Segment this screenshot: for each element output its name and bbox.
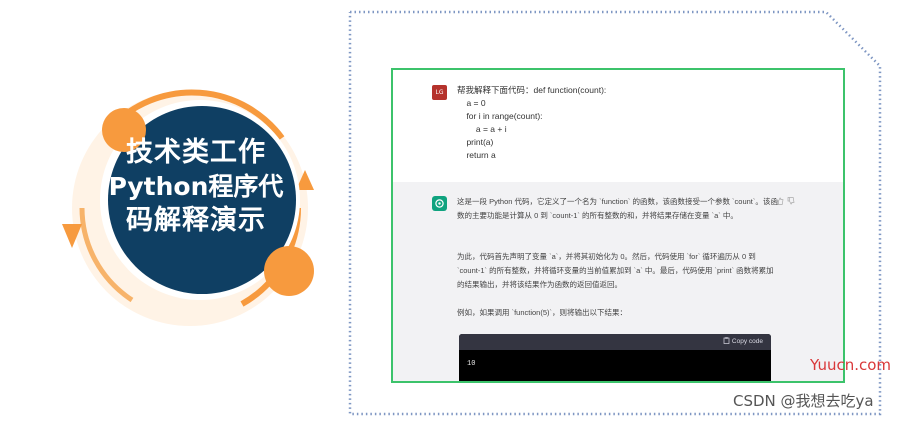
code-block-header: Copy code [459, 334, 771, 350]
badge-title: 技术类工作 Python程序代 码解释演示 [96, 136, 296, 238]
assistant-message-row: 这是一段 Python 代码，它定义了一个名为 `function` 的函数，该… [393, 182, 843, 381]
site-watermark: Yuucn.com [810, 356, 892, 374]
openai-logo-icon [432, 196, 447, 211]
assistant-paragraph-2: 为此，代码首先声明了变量 `a`，并将其初始化为 0。然后，代码使用 `for`… [457, 252, 774, 289]
badge-line-3: 码解释演示 [126, 205, 266, 236]
copy-code-label: Copy code [731, 338, 763, 345]
user-avatar: LG [432, 85, 447, 100]
chat-screenshot: LG 帮我解释下面代码：def function(count): a = 0 f… [391, 68, 845, 383]
user-message: 帮我解释下面代码：def function(count): a = 0 for … [457, 85, 607, 160]
thumbs-down-icon[interactable] [787, 197, 795, 207]
badge-line-2: Python程序代 [108, 172, 284, 201]
code-output: 10 [467, 360, 476, 368]
user-message-row: LG 帮我解释下面代码：def function(count): a = 0 f… [393, 70, 843, 182]
assistant-paragraph-3: 例如，如果调用 `function(5)`，则将输出以下结果： [457, 308, 628, 317]
badge-line-1: 技术类工作 [126, 137, 266, 168]
assistant-paragraph-1: 这是一段 Python 代码，它定义了一个名为 `function` 的函数，该… [457, 197, 778, 220]
clipboard-icon [723, 337, 730, 344]
code-block: Copy code 10 [459, 334, 771, 381]
csdn-watermark: CSDN @我想去吃ya [733, 392, 874, 410]
copy-code-button[interactable]: Copy code [723, 337, 763, 345]
